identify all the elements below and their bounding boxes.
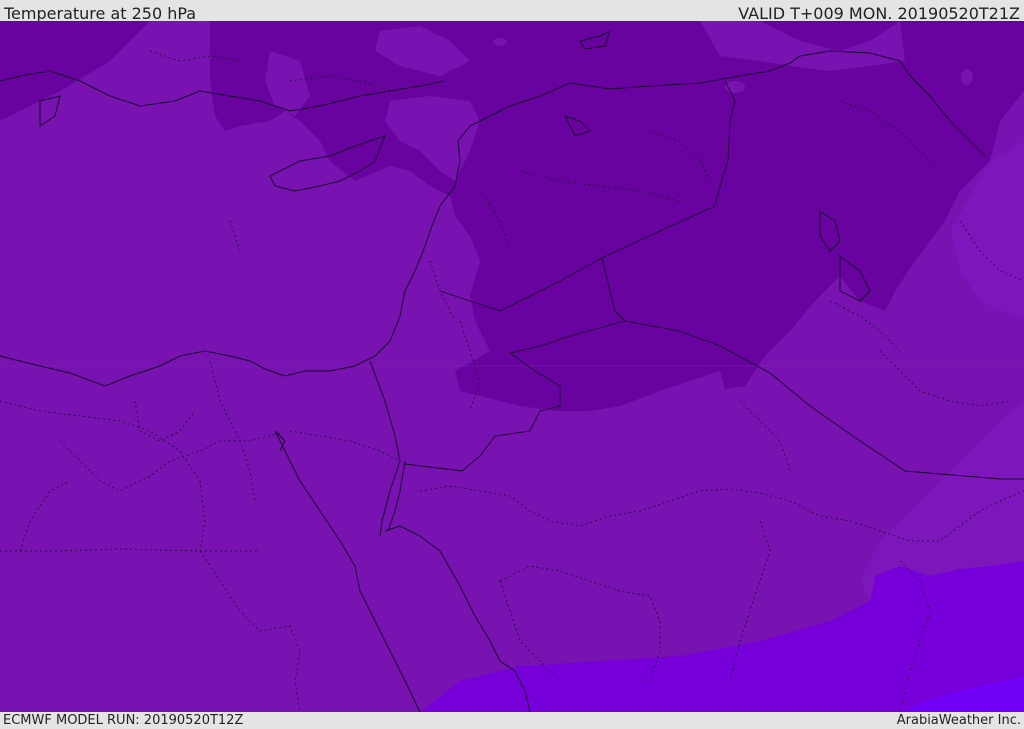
model-run-label: ECMWF MODEL RUN: 20190520T12Z — [3, 713, 244, 728]
header-bar: Temperature at 250 hPa VALID T+009 MON. … — [0, 0, 1024, 23]
footer-bar: ECMWF MODEL RUN: 20190520T12Z ArabiaWeat… — [0, 712, 1024, 729]
temperature-map[interactable] — [0, 21, 1024, 712]
light-spot-3 — [493, 38, 507, 46]
map-canvas — [0, 21, 1024, 712]
credit-label: ArabiaWeather Inc. — [896, 713, 1021, 728]
light-spot-2 — [961, 69, 973, 85]
